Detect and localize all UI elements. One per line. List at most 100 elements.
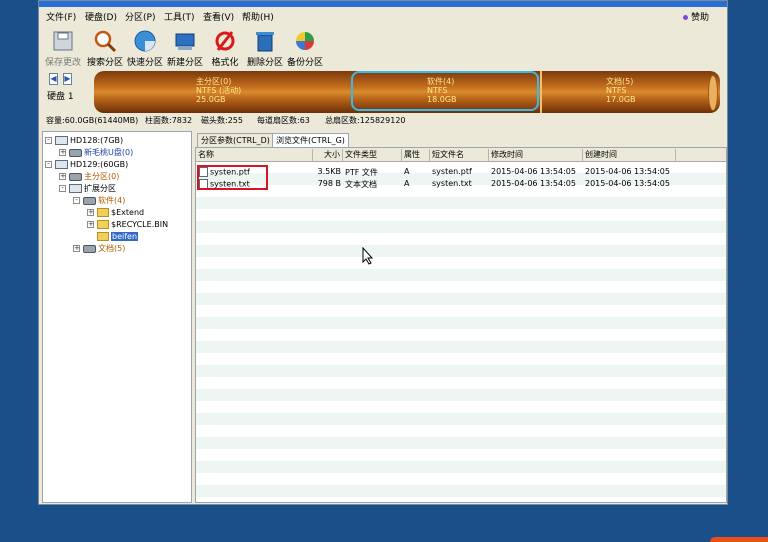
quick-partition-button[interactable]: 快速分区	[125, 27, 165, 69]
file-short-name: systen.ptf	[432, 167, 472, 176]
disk-total-sectors: 总扇区数:125829120	[325, 116, 406, 125]
tree-folder-extend[interactable]: + $Extend	[87, 207, 144, 218]
tree-expander[interactable]: +	[59, 173, 66, 180]
tree-expander[interactable]: -	[59, 185, 66, 192]
file-short-name: systen.txt	[432, 179, 472, 188]
disk-heads: 磁头数:255	[201, 116, 243, 125]
segment-docs[interactable]: 文档(5) NTFS 17.0GB	[606, 77, 636, 104]
tree-expander[interactable]: -	[45, 137, 52, 144]
delete-partition-button[interactable]: 删除分区	[245, 27, 285, 69]
new-partition-icon	[175, 33, 195, 50]
col-short-name[interactable]: 短文件名	[430, 149, 489, 161]
tree-expander[interactable]: +	[87, 209, 94, 216]
format-button[interactable]: 格式化	[205, 27, 245, 69]
disk-label: 硬盘 1	[47, 92, 74, 102]
col-created[interactable]: 创建时间	[583, 149, 676, 161]
disk-sectors: 每道扇区数:63	[257, 116, 310, 125]
disk-cylinders: 柱面数:7832	[145, 116, 193, 125]
disk-partition-bar: 主分区(0) NTFS (活动) 25.0GB 软件(4) NTFS 18.0GB 文档…	[94, 71, 720, 113]
menu-bar: 文件(F) 硬盘(D) 分区(P) 工具(T) 查看(V) 帮助(H) 赞助	[39, 7, 727, 23]
list-header: 名称 大小 文件类型 属性 短文件名 修改时间 创建时间	[196, 148, 726, 162]
app-window: 文件(F) 硬盘(D) 分区(P) 工具(T) 查看(V) 帮助(H) 赞助 保…	[38, 0, 728, 505]
tree-docs[interactable]: + 文档(5)	[73, 243, 125, 254]
backup-partition-button[interactable]: 备份分区	[285, 27, 325, 69]
disk-icon	[55, 160, 68, 169]
col-size[interactable]: 大小	[313, 149, 343, 161]
file-created: 2015-04-06 13:54:05	[585, 179, 670, 188]
sponsor-icon	[682, 15, 688, 20]
menu-view[interactable]: 查看(V)	[203, 10, 234, 23]
prev-disk-button[interactable]: ◀	[49, 73, 58, 85]
file-size: 798 B	[317, 179, 341, 188]
folder-open-icon	[97, 232, 109, 241]
list-background	[196, 161, 726, 502]
tree-usb-disk[interactable]: + 新毛桃U盘(0)	[59, 147, 133, 158]
folder-icon	[97, 208, 109, 217]
menu-file[interactable]: 文件(F)	[46, 10, 76, 23]
tab-strip: 分区参数(CTRL_D) 浏览文件(CTRL_G)	[195, 133, 727, 147]
quick-partition-icon	[134, 30, 156, 52]
tab-browse-files[interactable]: 浏览文件(CTRL_G)	[272, 133, 349, 147]
search-partition-button[interactable]: 搜索分区	[85, 27, 125, 69]
disk-bar-end	[708, 75, 718, 111]
tree-hd0[interactable]: - HD128:(7GB)	[45, 135, 123, 146]
segment-primary[interactable]: 主分区(0) NTFS (活动) 25.0GB	[196, 77, 241, 104]
extended-partition-icon	[69, 184, 82, 193]
tree-expander[interactable]: -	[73, 197, 80, 204]
col-name[interactable]: 名称	[196, 149, 313, 161]
segment-software[interactable]: 软件(4) NTFS 18.0GB	[427, 77, 457, 104]
partition-icon	[83, 244, 96, 253]
tree-extended[interactable]: - 扩展分区	[59, 183, 116, 194]
red-highlight-box	[197, 165, 268, 190]
tree-expander[interactable]: +	[73, 245, 80, 252]
file-size: 3.5KB	[317, 167, 341, 176]
disk-icon	[55, 136, 68, 145]
tree-folder-recycle[interactable]: + $RECYCLE.BIN	[87, 219, 168, 230]
tree-expander[interactable]: +	[59, 149, 66, 156]
menu-tools[interactable]: 工具(T)	[164, 10, 195, 23]
file-list: 名称 大小 文件类型 属性 短文件名 修改时间 创建时间 systen.ptf …	[195, 147, 727, 503]
corner-logo	[710, 537, 768, 542]
tree-expander[interactable]: +	[87, 221, 94, 228]
menu-disk[interactable]: 硬盘(D)	[85, 10, 117, 23]
backup-partition-icon	[296, 32, 314, 50]
trash-icon	[256, 32, 274, 52]
file-attr: A	[404, 167, 410, 176]
table-row[interactable]: systen.txt 798 B 文本文档 A systen.txt 2015-…	[196, 177, 726, 189]
new-partition-button[interactable]: 新建分区	[165, 27, 205, 69]
disk-info-bar: 容量:60.0GB(61440MB) 柱面数:7832 磁头数:255 每道扇区…	[39, 113, 727, 127]
tree-primary[interactable]: + 主分区(0)	[59, 171, 119, 182]
col-attr[interactable]: 属性	[402, 149, 430, 161]
file-attr: A	[404, 179, 410, 188]
partition-icon	[69, 172, 82, 181]
format-icon	[215, 31, 235, 51]
save-changes-button[interactable]: 保存更改	[43, 27, 83, 69]
col-modified[interactable]: 修改时间	[489, 149, 583, 161]
tree-expander[interactable]: -	[45, 161, 52, 168]
table-row[interactable]: systen.ptf 3.5KB PTF 文件 A systen.ptf 201…	[196, 165, 726, 177]
partition-icon	[69, 148, 82, 157]
partition-icon	[83, 196, 96, 205]
tree-software[interactable]: - 软件(4)	[73, 195, 125, 206]
next-disk-button[interactable]: ▶	[63, 73, 72, 85]
tree-folder-beifen[interactable]: beifen	[97, 231, 139, 242]
tree-hd1[interactable]: - HD129:(60GB)	[45, 159, 128, 170]
save-icon	[53, 31, 73, 51]
disk-capacity: 容量:60.0GB(61440MB)	[46, 116, 139, 125]
mouse-cursor-icon	[362, 247, 374, 265]
sponsor-button[interactable]: 赞助	[682, 10, 709, 23]
file-modified: 2015-04-06 13:54:05	[491, 167, 576, 176]
col-type[interactable]: 文件类型	[343, 149, 402, 161]
segment-divider	[540, 71, 542, 113]
search-icon	[94, 30, 117, 53]
file-modified: 2015-04-06 13:54:05	[491, 179, 576, 188]
disk-tree: - HD128:(7GB) + 新毛桃U盘(0) - HD129:(60GB) + 主分…	[42, 131, 192, 503]
file-created: 2015-04-06 13:54:05	[585, 167, 670, 176]
tab-partition-params[interactable]: 分区参数(CTRL_D)	[197, 133, 274, 147]
disk-map: ◀ ▶ 硬盘 1 主分区(0) NTFS (活动) 25.0GB 软件(4) NTFS…	[39, 69, 727, 115]
file-type: 文本文档	[345, 180, 377, 189]
menu-partition[interactable]: 分区(P)	[125, 10, 155, 23]
toolbar: 保存更改 搜索分区 快速分区 新建分区 格式化 删除分区 备份分区	[39, 25, 727, 69]
folder-icon	[97, 220, 109, 229]
menu-help[interactable]: 帮助(H)	[242, 10, 274, 23]
